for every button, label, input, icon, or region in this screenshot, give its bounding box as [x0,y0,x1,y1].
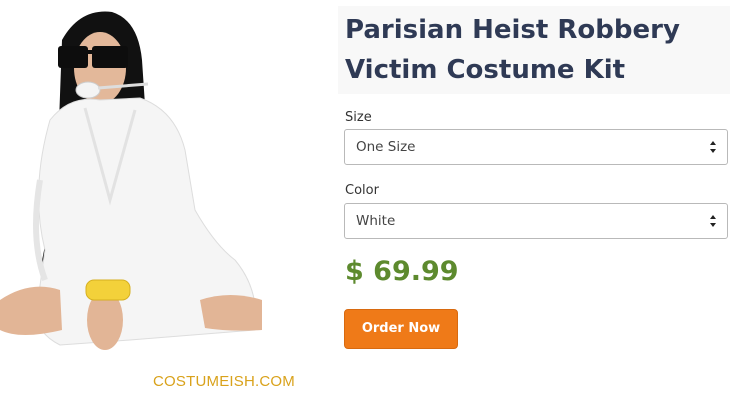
size-select-value: One Size [356,139,416,155]
color-select[interactable]: White [344,203,728,239]
color-label: Color [345,183,379,198]
legs-shape [0,286,62,335]
product-price: $ 69.99 [345,256,459,287]
product-image [0,11,262,350]
product-title: Parisian Heist Robbery Victim Costume Ki… [345,15,680,85]
size-label: Size [345,110,372,125]
size-select[interactable]: One Size [344,129,728,165]
gag-shape [75,81,101,99]
watermark-text: COSTUMEISH.COM [153,373,295,390]
select-arrows-icon [710,215,716,227]
sunglasses-shape [58,46,88,68]
order-now-button[interactable]: Order Now [344,309,458,349]
tape-shape [85,279,131,301]
select-arrows-icon [710,141,716,153]
color-select-value: White [356,213,396,229]
